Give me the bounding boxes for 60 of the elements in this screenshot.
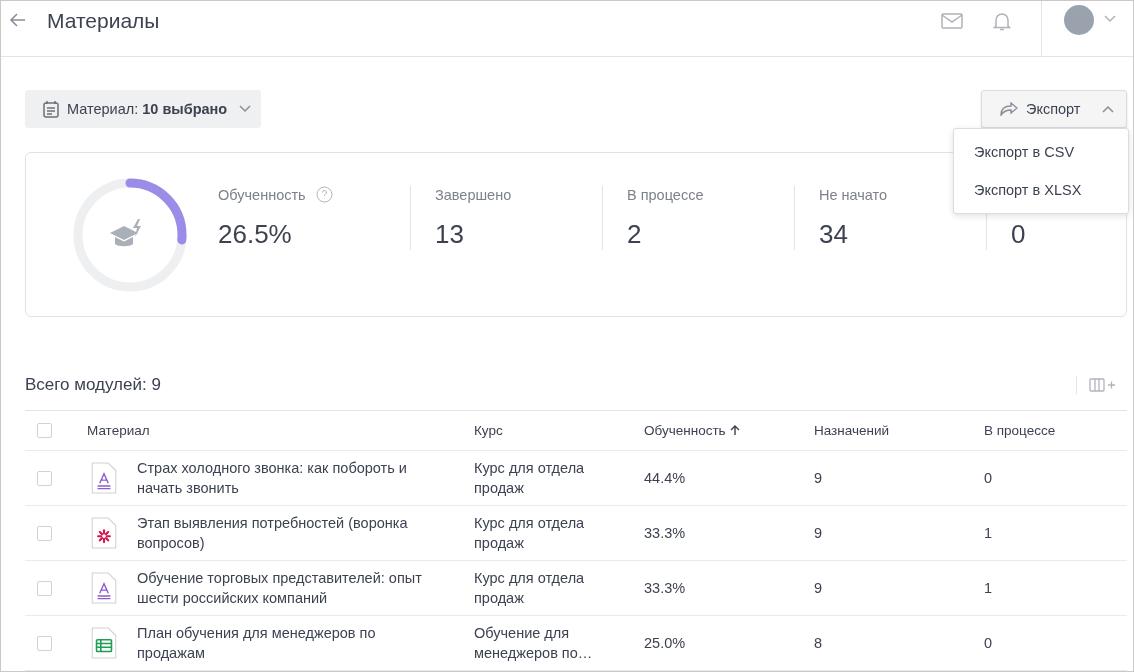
- course-cell-text: Курс для отдела продаж: [474, 514, 586, 553]
- row-checkbox[interactable]: [37, 635, 52, 651]
- file-icon: [91, 517, 117, 549]
- course-cell-text: Обучение для менеджеров по…: [474, 624, 594, 663]
- column-header[interactable]: Курс: [474, 423, 503, 438]
- stat-value: 2: [627, 218, 643, 250]
- file-icon: [91, 462, 117, 494]
- avatar[interactable]: [1064, 4, 1094, 35]
- assigned-cell-text: 8: [814, 634, 824, 653]
- assigned-cell-text: 9: [814, 524, 824, 543]
- stat-value: 13: [435, 218, 465, 250]
- material-name[interactable]: Страх холодного звонка: как побороть и начать звонить: [137, 458, 437, 498]
- material-name[interactable]: План обучения для менеджеров по продажам: [137, 623, 437, 663]
- column-header[interactable]: В процессе: [984, 423, 1056, 438]
- graduation-cap-icon: [110, 218, 141, 246]
- page-title: Материалы: [47, 9, 161, 33]
- in-progress-cell-text: 1: [984, 579, 994, 598]
- material-filter[interactable]: Материал: 10 выбрано: [25, 90, 262, 128]
- row-checkbox[interactable]: [37, 525, 52, 541]
- file-icon: [91, 627, 117, 659]
- row-checkbox[interactable]: [37, 580, 52, 596]
- assigned-cell-text: 9: [814, 469, 824, 488]
- stat-value: 34: [819, 218, 849, 250]
- stat-label: В процессе: [627, 186, 704, 203]
- share-icon: [1000, 102, 1018, 116]
- in-progress-cell-text: 1: [984, 524, 994, 543]
- stat-label: Обученность: [218, 186, 306, 203]
- progress-cell-text: 33.3%: [644, 524, 687, 543]
- stat-value: 0: [1011, 218, 1027, 250]
- row-checkbox[interactable]: [37, 470, 52, 486]
- course-cell-text: Курс для отдела продаж: [474, 569, 586, 608]
- column-header[interactable]: Обученность: [644, 423, 726, 438]
- column-header[interactable]: Назначений: [814, 423, 890, 438]
- progress-cell-text: 44.4%: [644, 469, 687, 488]
- export-button[interactable]: Экспорт: [981, 90, 1127, 128]
- stat-value: 26.5%: [218, 218, 293, 250]
- chevron-down-icon[interactable]: [1104, 14, 1116, 23]
- table-title: Всего модулей: 9: [25, 375, 161, 395]
- help-icon[interactable]: [315, 186, 333, 203]
- assigned-cell-text: 9: [814, 579, 824, 598]
- column-header[interactable]: Материал: [87, 423, 150, 438]
- progress-cell-text: 25.0%: [644, 634, 687, 653]
- in-progress-cell-text: 0: [984, 634, 994, 653]
- course-cell-text: Курс для отдела продаж: [474, 459, 586, 498]
- stat-label: Завершено: [435, 186, 512, 203]
- calendar-icon: [43, 100, 59, 118]
- stat-label: Не начато: [819, 186, 888, 203]
- arrow-left-icon: [9, 10, 27, 29]
- menu-item[interactable]: Экспорт в CSV: [954, 133, 1128, 171]
- select-all-checkbox[interactable]: [37, 423, 52, 438]
- progress-cell-text: 33.3%: [644, 579, 687, 598]
- material-name[interactable]: Этап выявления потребностей (воронка вопросов): [137, 513, 437, 553]
- material-name[interactable]: Обучение торговых представителей: опыт шести российских компаний: [137, 568, 437, 608]
- menu-item[interactable]: Экспорт в XLSX: [954, 171, 1128, 209]
- file-icon: [91, 572, 117, 604]
- mail-icon[interactable]: [941, 11, 963, 30]
- in-progress-cell-text: 0: [984, 469, 994, 488]
- chevron-icon: [1102, 105, 1115, 113]
- bell-icon[interactable]: [993, 10, 1011, 31]
- chevron-down-icon: [239, 105, 252, 113]
